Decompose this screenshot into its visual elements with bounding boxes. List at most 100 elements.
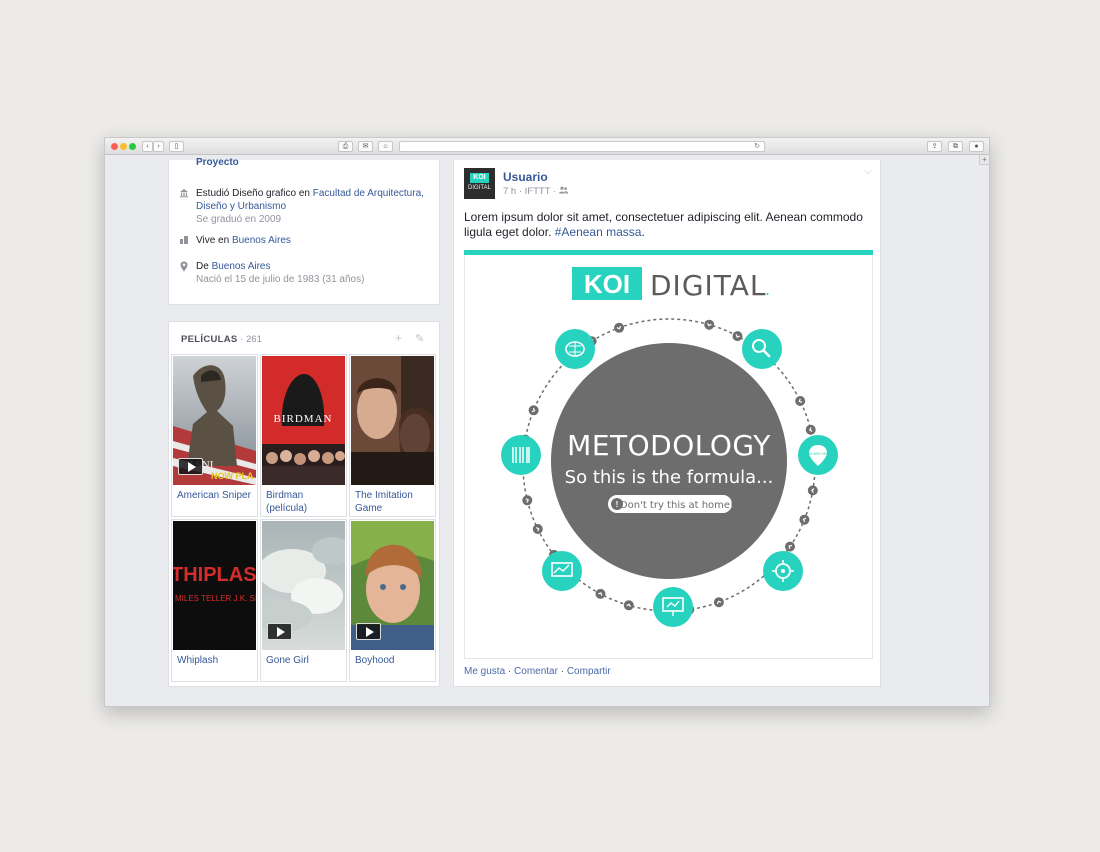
headline: METODOLOGY [567, 429, 771, 462]
post-author-link[interactable]: Usuario [503, 170, 548, 184]
play-icon[interactable] [267, 623, 292, 640]
post-text: Lorem ipsum dolor sit amet, consectetuer… [464, 210, 876, 240]
ring-step-node [532, 524, 543, 534]
ring-step-node [805, 424, 816, 435]
movie-poster[interactable] [351, 356, 434, 485]
warning-text: Don't try this at home! [620, 500, 734, 511]
logo-dot: . [765, 280, 770, 299]
back-icon[interactable]: ‹ [142, 141, 153, 152]
sidebar-icon[interactable]: ▯ [169, 141, 184, 152]
target-icon [763, 551, 803, 591]
presentation-board-icon [653, 587, 693, 627]
barcode-icon [501, 435, 541, 475]
friends-audience-icon[interactable] [558, 186, 568, 197]
movie-item-american-sniper[interactable]: AN SNI NOW PLA American Sniper [171, 354, 258, 517]
add-icon[interactable]: + [395, 331, 402, 345]
ring-step-node [732, 331, 743, 342]
post-image[interactable]: KOI DIGITAL . METODOLOGY So this is the … [464, 255, 873, 659]
ring-step-node [785, 541, 795, 552]
edit-pencil-icon[interactable]: ✎ [415, 332, 424, 345]
movie-title[interactable]: The Imitation Game [355, 489, 433, 515]
poster-title: BIRDMAN [274, 413, 333, 425]
movie-title[interactable]: Boyhood [355, 654, 433, 667]
lives-text: Vive en [196, 235, 232, 246]
chevron-down-icon[interactable]: ⌵ [864, 166, 872, 177]
city-icon [179, 235, 189, 249]
play-icon[interactable] [356, 623, 381, 640]
post-card: KOI DIGITAL Usuario 7 h · IFTTT · ⌵ Lore… [453, 160, 881, 687]
ring-step-node [795, 396, 806, 406]
ring-step-node [807, 485, 818, 496]
hometown-text: De [196, 261, 212, 272]
post-meta: 7 h · IFTTT · [503, 186, 568, 197]
post-timestamp[interactable]: 7 h · IFTTT · [503, 186, 559, 197]
movie-title[interactable]: Gone Girl [266, 654, 344, 667]
ring-step-node [713, 597, 724, 608]
movie-poster[interactable] [351, 521, 434, 650]
avatar[interactable]: KOI DIGITAL [464, 168, 495, 199]
movie-item-whiplash[interactable]: THIPLAS MILES TELLER J.K. SIMMONS Whipla… [171, 519, 258, 682]
movie-poster[interactable]: AN SNI NOW PLA [173, 356, 256, 485]
movie-item-gone-girl[interactable]: Gone Girl [260, 519, 347, 682]
graduation-year: Se graduó en 2009 [196, 214, 282, 225]
like-link[interactable]: Me gusta [464, 666, 505, 677]
close-window-button[interactable] [111, 143, 118, 150]
movies-separator: · [237, 334, 246, 345]
ring-step-node [614, 322, 625, 333]
pin-label: YOU ARE HERE [805, 452, 832, 456]
movie-title[interactable]: Birdman (película) [266, 489, 344, 515]
avatar-logo-text: KOI [470, 173, 489, 183]
post-actions: Me gusta · Comentar · Compartir [464, 666, 611, 677]
avatar-logo-subtext: DIGITAL [468, 185, 491, 191]
poster-title: THIPLAS [173, 564, 256, 586]
ring-step-node [799, 514, 810, 525]
movie-item-birdman[interactable]: BIRDMAN Birdman (película) [260, 354, 347, 517]
education-text: Estudió Diseño grafico en [196, 188, 313, 199]
movies-title[interactable]: PELÍCULAS [181, 334, 238, 345]
ring-step-node [623, 600, 634, 611]
location-pin-icon [179, 261, 189, 276]
tabs-icon[interactable]: ⧉ [948, 141, 963, 152]
brain-icon [555, 329, 595, 369]
share-icon[interactable]: ⇪ [927, 141, 942, 152]
comment-link[interactable]: Comentar [514, 666, 558, 677]
share-link[interactable]: Compartir [567, 666, 611, 677]
extensions-icon[interactable]: ● [969, 141, 984, 152]
clipped-title: Proyecto [196, 157, 239, 168]
reload-icon[interactable]: ↻ [754, 142, 760, 151]
browser-window: ‹ › ▯ ⎙ ✉ ⌂ ↻ ⇪ ⧉ ● + Proyecto Estudió D… [104, 137, 990, 707]
hometown-row: De Buenos Aires Nació el 15 de julio de … [179, 260, 441, 286]
mail-icon[interactable]: ✉ [358, 141, 373, 152]
home-icon[interactable]: ⌂ [378, 141, 393, 152]
ring-step-node [528, 405, 539, 416]
movie-title[interactable]: American Sniper [177, 489, 255, 502]
post-body-end: . [641, 225, 645, 239]
forward-icon[interactable]: › [153, 141, 164, 152]
movie-poster[interactable]: BIRDMAN [262, 356, 345, 485]
movie-poster[interactable] [262, 521, 345, 650]
current-city-link[interactable]: Buenos Aires [232, 235, 291, 246]
print-icon[interactable]: ⎙ [338, 141, 353, 152]
hashtag-link[interactable]: #Aenean massa [555, 225, 642, 239]
post-body: Lorem ipsum dolor sit amet, consectetuer… [464, 210, 863, 239]
you-are-here-pin-icon: YOU ARE HERE [798, 435, 838, 475]
search-icon [742, 329, 782, 369]
address-bar[interactable]: ↻ [399, 141, 765, 152]
play-icon[interactable] [178, 458, 203, 475]
monitor-chart-icon [542, 551, 582, 591]
minimize-window-button[interactable] [120, 143, 127, 150]
school-icon [179, 188, 189, 202]
hometown-link[interactable]: Buenos Aires [212, 261, 271, 272]
logo-box-text: KOI [584, 269, 630, 299]
movies-header[interactable]: PELÍCULAS · 261 [181, 334, 262, 345]
about-card: Proyecto Estudió Diseño grafico en Facul… [168, 157, 441, 305]
poster-subtitle: MILES TELLER J.K. SIMMONS [175, 594, 256, 603]
zoom-window-button[interactable] [129, 143, 136, 150]
education-row: Estudió Diseño grafico en Facultad de Ar… [179, 187, 441, 226]
movie-item-boyhood[interactable]: Boyhood [349, 519, 436, 682]
action-separator: · [557, 666, 567, 677]
movie-item-the-imitation-game[interactable]: The Imitation Game [349, 354, 436, 517]
movie-poster[interactable]: THIPLAS MILES TELLER J.K. SIMMONS [173, 521, 256, 650]
movie-title[interactable]: Whiplash [177, 654, 255, 667]
new-tab-icon[interactable]: + [979, 155, 989, 165]
